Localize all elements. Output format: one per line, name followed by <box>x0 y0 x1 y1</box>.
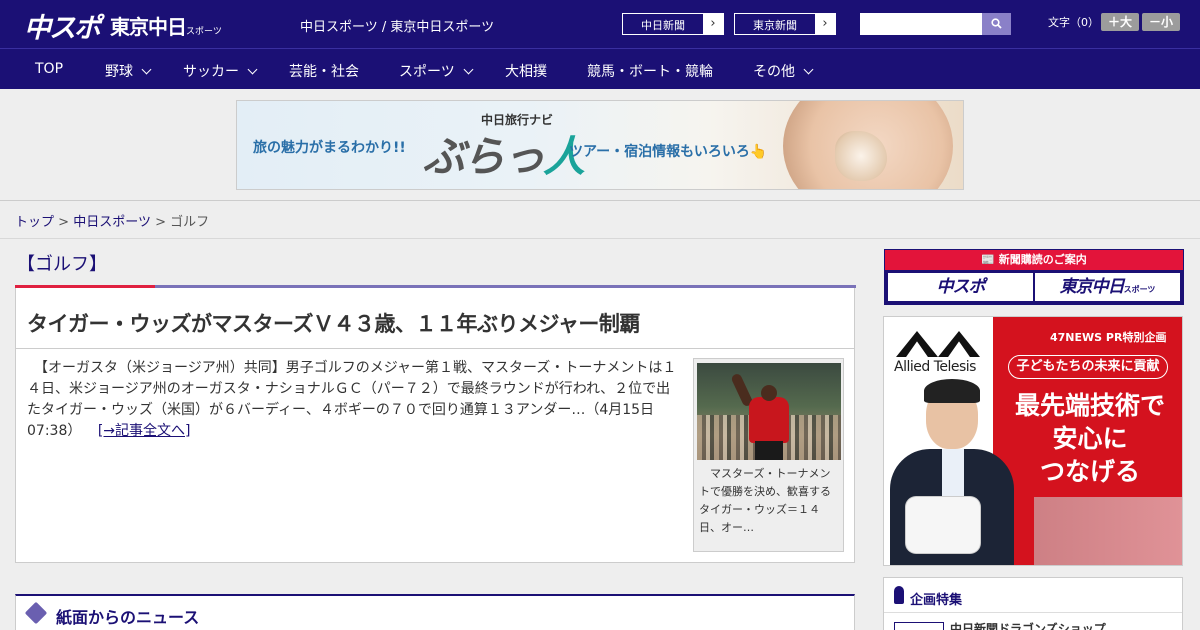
nav-label: 競馬・ボート・競輪 <box>587 64 713 80</box>
tokyo-chunichi-logo-small: スポーツ <box>186 27 222 37</box>
divider <box>15 285 155 288</box>
nav-label: 大相撲 <box>505 64 547 80</box>
tokyo-shimbun-button[interactable]: 東京新聞 › <box>734 13 836 35</box>
photo-shirt <box>749 397 789 443</box>
photo-caption: マスターズ・トーナメントで優勝を決め、歓喜するタイガー・ウッズ＝１４日、オー… <box>699 467 831 534</box>
ad-company-name: Allied Telesis <box>894 359 976 375</box>
article-body: 【オーガスタ（米ジョージア州）共同】男子ゴルフのメジャー第１戦、マスターズ・トー… <box>27 358 683 442</box>
nav-label: 芸能・社会 <box>289 64 359 80</box>
chevron-down-icon <box>463 64 474 75</box>
print-news-section: 紙面からのニュース <box>15 594 855 630</box>
subscribe-tokyo-chunichi-button[interactable]: 東京中日スポーツ <box>1035 273 1180 301</box>
chevron-down-icon <box>247 64 258 75</box>
nav-item-sumo[interactable]: 大相撲 <box>505 61 547 81</box>
ad-text-left: 旅の魅力がまるわかり!! <box>253 140 406 156</box>
ad-man-shirt <box>942 449 964 499</box>
subscribe-tokyo-small: スポーツ <box>1123 285 1156 294</box>
nav-label: 野球 <box>105 64 133 80</box>
nav-item-top[interactable]: TOP <box>35 61 63 77</box>
ad-headline-line: つなげる <box>1039 457 1140 486</box>
ad-shell-image <box>835 131 887 181</box>
photo-pants <box>755 441 783 460</box>
print-news-title: 紙面からのニュース <box>56 608 200 627</box>
chuspo-logo[interactable]: 中スポ <box>24 6 101 45</box>
breadcrumb-current: ゴルフ <box>170 215 210 230</box>
ad-headline-line: 最先端技術で <box>1014 391 1165 420</box>
breadcrumb-link-chunichi-sports[interactable]: 中日スポーツ <box>73 215 151 230</box>
allied-telesis-ad[interactable]: Allied Telesis 47NEWS PR特別企画 子どもたちの未来に貢献… <box>883 316 1183 566</box>
newspaper-icon <box>24 601 48 625</box>
top-header: 中スポ 東京中日スポーツ 中日スポーツ / 東京中日スポーツ 中日新聞 › 東京… <box>0 0 1200 48</box>
ad-device-image <box>906 497 980 553</box>
divider <box>0 238 1200 239</box>
tokyo-chunichi-logo[interactable]: 東京中日スポーツ <box>110 11 222 40</box>
nav-label: TOP <box>35 61 64 77</box>
article-photo[interactable] <box>697 363 841 460</box>
nav-item-other[interactable]: その他 <box>753 61 814 81</box>
font-smaller-button[interactable]: －小 <box>1142 13 1180 31</box>
chunichi-shimbun-label: 中日新聞 <box>641 19 685 32</box>
search-input[interactable] <box>860 13 982 35</box>
nav-item-soccer[interactable]: サッカー <box>183 61 258 81</box>
feature-thumbnail[interactable] <box>894 622 944 630</box>
ad-text-right: ツアー・宿泊情報もいろいろ👆 <box>569 144 768 160</box>
divider <box>884 612 1182 613</box>
subscribe-tokyo-label: 東京中日 <box>1059 277 1125 297</box>
feature-item-dragons-shop[interactable]: 中日新聞ドラゴンズショップ <box>950 620 1106 630</box>
nav-item-entertainment[interactable]: 芸能・社会 <box>289 61 359 81</box>
subscribe-chuspo-label: 中スポ <box>936 277 986 297</box>
ad-brand-a: ぶらっ <box>423 132 545 181</box>
nav-item-keiba[interactable]: 競馬・ボート・競輪 <box>587 61 713 81</box>
ad-man-hair <box>924 379 980 403</box>
ad-tagline: 子どもたちの未来に貢献 <box>1008 355 1168 379</box>
subscription-header: 📰 新聞購読のご案内 <box>885 250 1183 270</box>
article-headline[interactable]: タイガー・ウッズがマスターズＶ４３歳、１１年ぶりメジャー制覇 <box>27 308 640 338</box>
search-button[interactable] <box>982 13 1011 35</box>
ad-headline: 最先端技術で 安心に つなげる <box>1002 389 1178 488</box>
breadcrumb: トップ > 中日スポーツ > ゴルフ <box>15 211 209 230</box>
allied-telesis-logo-icon <box>896 331 980 357</box>
photo-head <box>761 385 777 401</box>
tokyo-shimbun-label: 東京新聞 <box>753 19 797 32</box>
font-larger-button[interactable]: ＋大 <box>1101 13 1139 31</box>
nav-item-baseball[interactable]: 野球 <box>105 61 152 81</box>
pin-icon <box>894 586 904 604</box>
chevron-down-icon <box>141 64 152 75</box>
breadcrumb-separator: > <box>155 215 166 230</box>
subscription-box: 📰 新聞購読のご案内 中スポ 東京中日スポーツ <box>884 249 1184 305</box>
ad-area: 旅の魅力がまるわかり!! 中日旅行ナビ ぶらっ人 ツアー・宿泊情報もいろいろ👆 <box>0 89 1200 201</box>
read-more-link[interactable]: [→記事全文へ] <box>98 423 191 439</box>
special-features-title: 企画特集 <box>910 593 963 608</box>
chunichi-shimbun-button[interactable]: 中日新聞 › <box>622 13 724 35</box>
nav-label: サッカー <box>183 64 239 80</box>
article-card: タイガー・ウッズがマスターズＶ４３歳、１１年ぶりメジャー制覇 【オーガスタ（米ジ… <box>15 285 856 563</box>
ad-pr-label: 47NEWS PR特別企画 <box>1050 331 1167 344</box>
ad-photo-bg <box>1034 497 1182 565</box>
nav-label: スポーツ <box>399 64 455 80</box>
chevron-right-icon: › <box>815 14 835 34</box>
nav-item-sports[interactable]: スポーツ <box>399 61 474 81</box>
search-icon <box>991 18 1002 29</box>
font-size-label: 文字（0） <box>1048 16 1099 29</box>
main-nav: TOP 野球 サッカー 芸能・社会 スポーツ 大相撲 競馬・ボート・競輪 その他 <box>0 48 1200 89</box>
divider <box>16 348 854 349</box>
ad-brand-logo: ぶらっ人 <box>423 123 585 184</box>
site-name-link[interactable]: 中日スポーツ / 東京中日スポーツ <box>300 16 494 35</box>
chevron-right-icon: › <box>703 14 723 34</box>
breadcrumb-link-top[interactable]: トップ <box>15 215 54 230</box>
article-photo-card[interactable]: マスターズ・トーナメントで優勝を決め、歓喜するタイガー・ウッズ＝１４日、オー… <box>693 358 844 552</box>
ad-headline-line: 安心に <box>1052 424 1128 453</box>
subscribe-chuspo-button[interactable]: 中スポ <box>888 273 1033 301</box>
category-title: 【ゴルフ】 <box>17 254 107 275</box>
special-features-box: 企画特集 中日新聞ドラゴンズショップ <box>883 577 1183 630</box>
travel-ad-banner[interactable]: 旅の魅力がまるわかり!! 中日旅行ナビ ぶらっ人 ツアー・宿泊情報もいろいろ👆 <box>236 100 964 190</box>
divider <box>155 285 856 288</box>
tokyo-chunichi-logo-text: 東京中日 <box>110 15 187 39</box>
nav-label: その他 <box>753 64 795 80</box>
chevron-down-icon <box>803 64 814 75</box>
breadcrumb-separator: > <box>58 215 70 230</box>
